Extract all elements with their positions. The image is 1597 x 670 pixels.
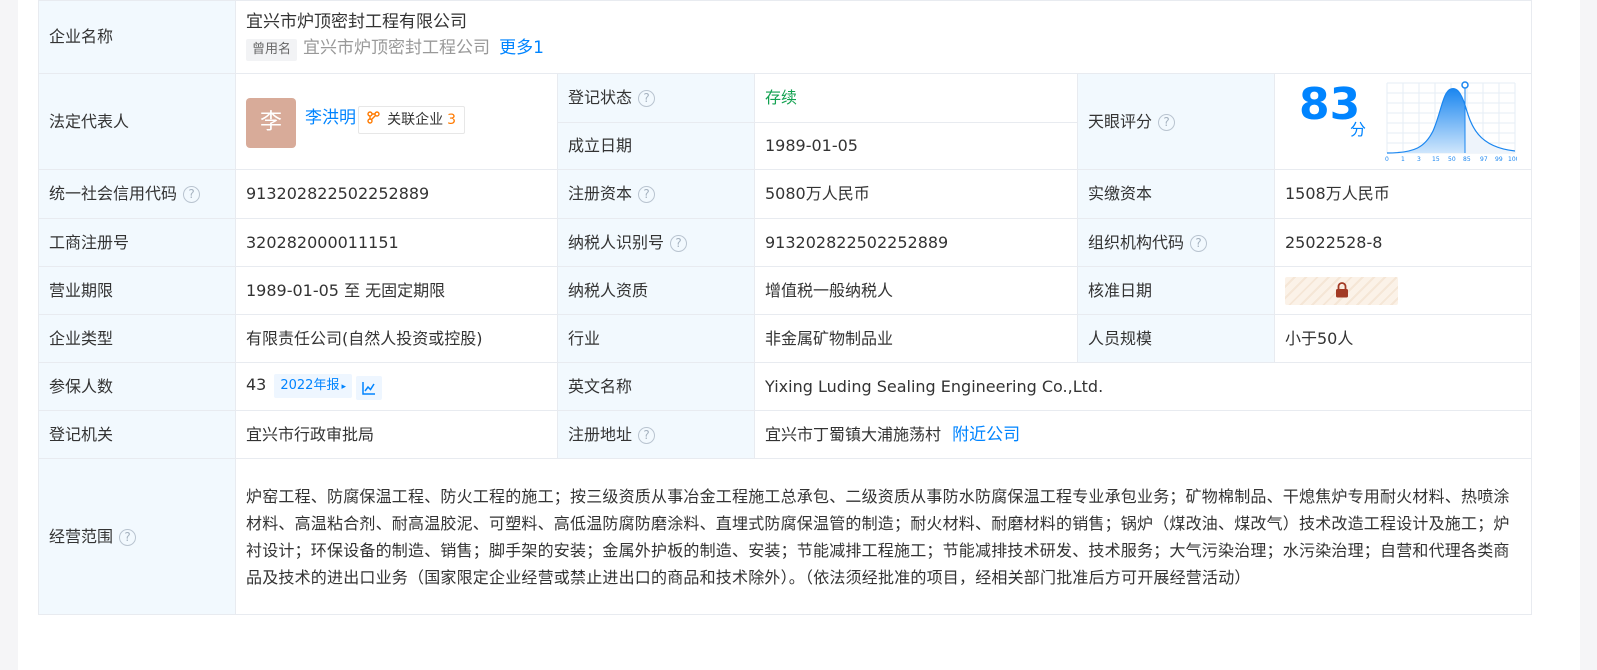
more-used-names-link[interactable]: 更多1: [499, 38, 544, 58]
label-score: 天眼评分: [1088, 111, 1153, 131]
legal-rep-block: 李 李洪明 关联企业 3: [246, 98, 466, 148]
help-circle-icon[interactable]: ?: [183, 186, 201, 203]
lock-icon: [1335, 281, 1348, 297]
help-circle-icon[interactable]: ?: [638, 186, 656, 203]
approval-date-locked[interactable]: [1285, 276, 1398, 305]
label-taxpayer-qual: 纳税人资质: [557, 266, 755, 315]
label-insured: 参保人数: [38, 362, 236, 411]
reg-status-value: 存续: [754, 73, 1078, 123]
annual-report-tag[interactable]: 2022年报 ▸: [274, 373, 352, 398]
axis-tick: 3: [1417, 156, 1421, 163]
label-approval-date: 核准日期: [1077, 266, 1275, 315]
relation-icon: [367, 111, 384, 128]
help-circle-icon[interactable]: ?: [638, 426, 656, 444]
label-biz-reg-no: 工商注册号: [38, 218, 236, 267]
label-company-name: 企业名称: [38, 0, 236, 74]
axis-tick: 1: [1401, 156, 1405, 163]
company-name: 宜兴市炉顶密封工程有限公司: [246, 11, 467, 32]
label-biz-term: 营业期限: [38, 266, 236, 315]
company-type-value: 有限责任公司(自然人投资或控股): [235, 314, 558, 363]
row-biz-scope: 经营范围? 炉窑工程、防腐保温工程、防火工程的施工；按三级资质从事冶金工程施工总…: [38, 458, 1533, 615]
label-credit-code: 统一社会信用代码: [49, 184, 178, 203]
legal-rep-avatar[interactable]: 李: [246, 98, 296, 148]
score-cell[interactable]: 83 分 0 1 3 15 50 85 97 99 10: [1273, 73, 1533, 170]
score-unit: 分: [1350, 120, 1367, 139]
caret-right-icon: ▸: [341, 381, 346, 392]
help-circle-icon[interactable]: ?: [638, 90, 656, 107]
related-label: 关联企业: [387, 112, 444, 128]
legal-rep-name[interactable]: 李洪明: [305, 107, 356, 129]
reg-capital-value: 5080万人民币: [754, 169, 1078, 219]
row-biz-term: 营业期限 1989-01-05 至 无固定期限 纳税人资质 增值税一般纳税人 核…: [38, 266, 1533, 315]
row-company-type: 企业类型 有限责任公司(自然人投资或控股) 行业 非金属矿物制品业 人员规模 小…: [38, 314, 1533, 363]
score-distribution-chart: 0 1 3 15 50 85 97 99 100: [1385, 81, 1517, 163]
label-found-date: 成立日期: [557, 122, 755, 170]
biz-scope-value: 炉窑工程、防腐保温工程、防火工程的施工；按三级资质从事冶金工程施工总承包、二级资…: [234, 458, 1533, 615]
credit-code-value: 913202822502252889: [235, 169, 558, 219]
reg-authority-value: 宜兴市行政审批局: [235, 410, 558, 459]
label-industry: 行业: [557, 314, 755, 363]
taxpayer-qual-value: 增值税一般纳税人: [754, 266, 1078, 315]
label-org-code: 组织机构代码: [1088, 232, 1185, 252]
label-reg-status: 登记状态: [568, 88, 633, 107]
label-reg-authority: 登记机关: [38, 410, 236, 459]
label-reg-address: 注册地址: [568, 424, 633, 444]
related-companies-button[interactable]: 关联企业 3: [358, 106, 466, 134]
biz-reg-no-value: 320282000011151: [235, 218, 558, 267]
axis-tick: 50: [1448, 156, 1456, 163]
biz-term-value: 1989-01-05 至 无固定期限: [235, 266, 558, 315]
label-english-name: 英文名称: [557, 362, 755, 411]
row-reg-authority: 登记机关 宜兴市行政审批局 注册地址? 宜兴市丁蜀镇大浦施荡村 附近公司: [38, 410, 1533, 459]
used-name: 宜兴市炉顶密封工程公司: [303, 37, 491, 58]
axis-tick: 97: [1480, 156, 1488, 163]
row-company-name: 企业名称 宜兴市炉顶密封工程有限公司 曾用名 宜兴市炉顶密封工程公司 更多1: [38, 0, 1533, 74]
help-circle-icon[interactable]: ?: [670, 234, 688, 252]
label-company-type: 企业类型: [38, 314, 236, 363]
annual-report-year: 2022年报: [280, 377, 340, 393]
found-date-value: 1989-01-05: [754, 122, 1078, 170]
help-circle-icon[interactable]: ?: [119, 528, 137, 546]
label-paid-capital: 实缴资本: [1077, 169, 1275, 219]
taxpayer-id-value: 913202822502252889: [754, 218, 1078, 267]
score-axis-ticks: 0 1 3 15 50 85 97 99 100: [1385, 156, 1517, 163]
help-circle-icon[interactable]: ?: [1158, 113, 1176, 131]
reg-address-value: 宜兴市丁蜀镇大浦施荡村: [765, 424, 942, 444]
axis-tick: 15: [1432, 156, 1440, 163]
trend-chart-button[interactable]: [355, 375, 382, 400]
axis-tick: 85: [1463, 156, 1471, 163]
row-biz-reg-no: 工商注册号 320282000011151 纳税人识别号? 9132028225…: [38, 218, 1533, 267]
axis-tick: 100: [1508, 156, 1517, 163]
score-value: 83: [1299, 79, 1361, 130]
axis-tick: 99: [1495, 156, 1503, 163]
row-legal-rep-a: 法定代表人 李 李洪明 关联企业 3 登记状态? 存续 天眼评分? 83 分 0…: [38, 73, 1533, 170]
row-insured: 参保人数 43 2022年报 ▸ 英文名称 Yixing Luding Sealin…: [38, 362, 1533, 411]
company-info-table: 企业名称 宜兴市炉顶密封工程有限公司 曾用名 宜兴市炉顶密封工程公司 更多1 法定…: [38, 0, 1533, 615]
used-name-tag: 曾用名: [246, 38, 298, 61]
row-credit-code: 统一社会信用代码? 913202822502252889 注册资本? 5080万…: [38, 169, 1533, 219]
related-count: 3: [447, 112, 457, 128]
label-staff-size: 人员规模: [1077, 314, 1275, 363]
english-name-value: Yixing Luding Sealing Engineering Co.,Lt…: [753, 362, 1533, 411]
label-reg-capital: 注册资本: [568, 184, 633, 203]
staff-size-value: 小于50人: [1273, 314, 1533, 363]
org-code-value: 25022528-8: [1273, 218, 1533, 267]
axis-tick: 0: [1385, 156, 1389, 163]
industry-value: 非金属矿物制品业: [754, 314, 1078, 363]
company-info-panel: 企业名称 宜兴市炉顶密封工程有限公司 曾用名 宜兴市炉顶密封工程公司 更多1 法定…: [18, 0, 1580, 670]
nearby-companies-link[interactable]: 附近公司: [952, 425, 1020, 445]
insured-value: 43: [246, 374, 267, 394]
label-taxpayer-id: 纳税人识别号: [568, 232, 665, 252]
label-legal-rep: 法定代表人: [38, 73, 236, 170]
label-biz-scope: 经营范围: [49, 526, 114, 546]
paid-capital-value: 1508万人民币: [1273, 169, 1533, 219]
trend-chart-icon: [362, 381, 375, 395]
help-circle-icon[interactable]: ?: [1190, 234, 1208, 252]
